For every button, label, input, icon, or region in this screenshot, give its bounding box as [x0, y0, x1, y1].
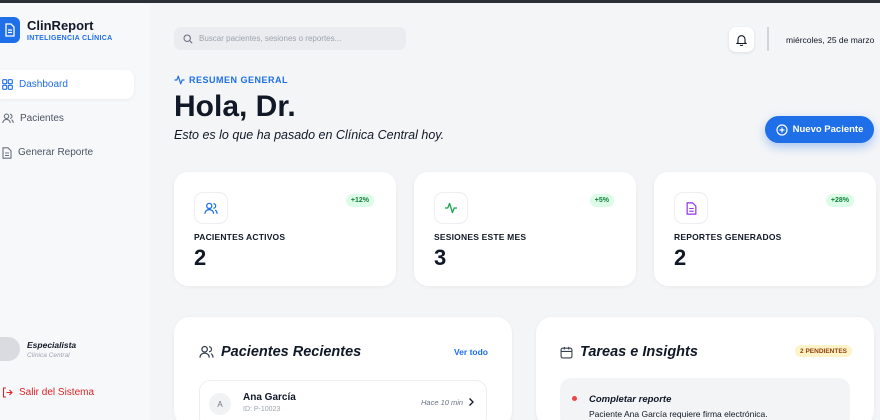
sidebar-item-label: Generar Reporte — [18, 147, 94, 158]
patient-row[interactable]: A Ana García ID: P-10023 Hace 10 min — [199, 380, 487, 420]
sidebar-item-label: Pacientes — [20, 113, 64, 124]
panel-title: Tareas e Insights — [560, 344, 698, 360]
sidebar: ClinReport INTELIGENCIA CLÍNICA Dashboar… — [0, 3, 150, 420]
task-item[interactable]: Completar reporte Paciente Ana García re… — [560, 378, 850, 420]
task-title: Completar reporte — [589, 394, 672, 405]
stat-label: PACIENTES ACTIVOS — [194, 232, 286, 242]
search-input[interactable] — [199, 34, 399, 43]
users-icon — [194, 192, 228, 224]
task-description: Paciente Ana García requiere firma elect… — [589, 409, 768, 419]
page-title: Hola, Dr. — [174, 90, 296, 123]
section-eyebrow: RESUMEN GENERAL — [174, 75, 288, 85]
grid-icon — [2, 79, 13, 90]
recent-patients-panel: Pacientes Recientes Ver todo A Ana Garcí… — [174, 317, 512, 420]
pending-badge: 2 PENDIENTES — [795, 345, 852, 357]
stat-value: 3 — [434, 245, 447, 270]
brand-subtitle: INTELIGENCIA CLÍNICA — [27, 34, 113, 42]
stat-card-pacientes-activos[interactable]: +12% PACIENTES ACTIVOS 2 — [174, 172, 396, 286]
stat-card-reportes[interactable]: +28% REPORTES GENERADOS 2 — [654, 172, 876, 286]
sidebar-nav: Dashboard Pacientes Generar Reporte — [0, 70, 134, 172]
calendar-icon — [560, 346, 573, 358]
patient-time: Hace 10 min — [421, 398, 464, 407]
change-badge: +12% — [345, 194, 374, 207]
plus-circle-icon — [776, 123, 788, 136]
new-patient-button[interactable]: Nuevo Paciente — [765, 116, 874, 143]
activity-icon — [434, 192, 468, 224]
users-icon — [2, 113, 14, 124]
users-icon — [199, 345, 214, 358]
sidebar-item-pacientes[interactable]: Pacientes — [0, 104, 134, 133]
panel-title-text: Tareas e Insights — [580, 344, 698, 360]
brand[interactable]: ClinReport INTELIGENCIA CLÍNICA — [0, 17, 112, 43]
change-badge: +28% — [825, 194, 854, 207]
brand-title: ClinReport — [27, 17, 94, 33]
chevron-right-icon — [469, 398, 474, 406]
stat-label: REPORTES GENERADOS — [674, 232, 782, 242]
logout-label: Salir del Sistema — [19, 387, 95, 398]
bell-icon — [736, 34, 747, 46]
sidebar-item-label: Dashboard — [19, 79, 68, 90]
patient-avatar: A — [209, 393, 231, 415]
header-divider — [767, 27, 769, 51]
stat-value: 2 — [194, 245, 207, 270]
notifications-button[interactable] — [729, 27, 754, 52]
stat-value: 2 — [674, 245, 687, 270]
new-patient-label: Nuevo Paciente — [792, 124, 864, 135]
document-icon — [2, 146, 12, 159]
logout-icon — [2, 387, 13, 398]
patient-name: Ana García — [243, 392, 296, 403]
view-all-link[interactable]: Ver todo — [454, 347, 488, 357]
tasks-panel: Tareas e Insights 2 PENDIENTES Completar… — [536, 317, 874, 420]
document-icon — [674, 192, 708, 224]
avatar — [0, 337, 20, 361]
user-profile[interactable]: Especialista Clínica Central — [0, 337, 76, 361]
priority-dot — [572, 396, 577, 401]
logout-button[interactable]: Salir del Sistema — [2, 387, 94, 398]
stat-label: SESIONES ESTE MES — [434, 232, 527, 242]
change-badge: +5% — [589, 194, 614, 207]
activity-icon — [174, 75, 185, 85]
panel-title: Pacientes Recientes — [199, 344, 361, 360]
page-subtitle: Esto es lo que ha pasado en Clínica Cent… — [174, 128, 445, 142]
sidebar-item-generar-reporte[interactable]: Generar Reporte — [0, 138, 134, 167]
document-logo-icon — [0, 17, 20, 43]
search-icon — [183, 33, 193, 44]
user-role: Especialista — [27, 339, 77, 350]
user-clinic: Clínica Central — [27, 351, 70, 359]
search-bar[interactable] — [174, 27, 406, 50]
patient-id: ID: P-10023 — [243, 406, 281, 413]
panel-title-text: Pacientes Recientes — [221, 344, 362, 360]
current-date: miércoles, 25 de marzo — [786, 35, 875, 45]
sidebar-item-dashboard[interactable]: Dashboard — [0, 70, 134, 99]
eyebrow-text: RESUMEN GENERAL — [189, 75, 289, 85]
stat-card-sesiones[interactable]: +5% SESIONES ESTE MES 3 — [414, 172, 636, 286]
